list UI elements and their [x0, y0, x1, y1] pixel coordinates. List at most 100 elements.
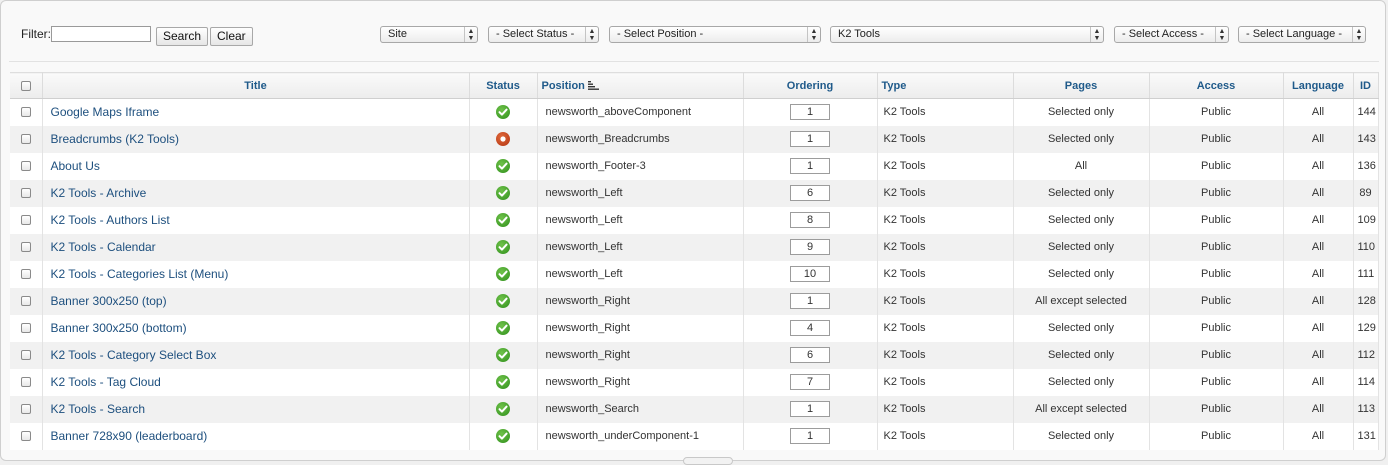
row-checkbox[interactable]	[20, 296, 31, 307]
row-select-cell	[10, 98, 43, 126]
id-cell: 112	[1353, 341, 1379, 369]
published-check-icon[interactable]	[496, 159, 510, 173]
position-cell: newsworth_underComponent-1	[537, 422, 744, 450]
access-select[interactable]: - Select Access - ▲ ▼	[1114, 26, 1229, 43]
row-checkbox[interactable]	[20, 377, 31, 388]
row-checkbox[interactable]	[20, 188, 31, 199]
status-select[interactable]: - Select Status - ▲ ▼	[488, 26, 599, 43]
ordering-input[interactable]: 1	[790, 158, 830, 174]
module-title-link[interactable]: K2 Tools - Calendar	[47, 240, 156, 254]
ordering-input[interactable]: 1	[790, 104, 830, 121]
module-title-link[interactable]: Google Maps Iframe	[47, 105, 160, 119]
language-select[interactable]: - Select Language - ▲ ▼	[1238, 26, 1366, 43]
column-header-ordering[interactable]: Ordering	[743, 72, 878, 99]
row-select-cell	[10, 125, 43, 153]
published-check-icon[interactable]	[496, 186, 510, 200]
table-row: K2 Tools - Categories List (Menu) newswor…	[10, 260, 1379, 288]
column-header-language[interactable]: Language	[1283, 72, 1354, 99]
status-cell	[469, 233, 538, 261]
ordering-input[interactable]: 10	[790, 266, 830, 282]
ordering-cell: 1	[743, 287, 878, 315]
table-row: K2 Tools - Authors List newsworth_Left 8 K2…	[10, 206, 1379, 234]
client-select[interactable]: Site ▲ ▼	[380, 26, 478, 43]
row-checkbox[interactable]	[20, 134, 31, 145]
access-cell: Public	[1149, 98, 1284, 126]
published-check-icon[interactable]	[496, 321, 510, 335]
table-row: Breadcrumbs (K2 Tools) newsworth_Breadcru…	[10, 125, 1379, 153]
row-checkbox[interactable]	[20, 431, 31, 442]
access-cell: Public	[1149, 233, 1284, 261]
pages-cell: All except selected	[1013, 395, 1150, 423]
pagination-tab[interactable]	[683, 457, 733, 465]
column-header-access[interactable]: Access	[1149, 72, 1284, 99]
published-check-icon[interactable]	[496, 348, 510, 362]
clear-button[interactable]: Clear	[210, 27, 253, 46]
published-check-icon[interactable]	[496, 240, 510, 254]
row-checkbox[interactable]	[20, 404, 31, 415]
row-checkbox[interactable]	[20, 215, 31, 226]
published-check-icon[interactable]	[496, 294, 510, 308]
ordering-cell: 1	[743, 422, 878, 450]
column-header-position[interactable]: Position	[537, 72, 744, 99]
id-cell: 131	[1353, 422, 1379, 450]
published-check-icon[interactable]	[496, 429, 510, 443]
ordering-cell: 1	[743, 152, 878, 180]
ordering-input[interactable]: 7	[790, 374, 830, 390]
ordering-input[interactable]: 8	[790, 212, 830, 228]
module-title-link[interactable]: K2 Tools - Category Select Box	[47, 348, 217, 362]
column-header-id[interactable]: ID	[1353, 72, 1379, 99]
access-cell: Public	[1149, 341, 1284, 369]
column-header-status[interactable]: Status	[469, 72, 538, 99]
unpublished-icon[interactable]	[496, 132, 510, 146]
column-header-pages[interactable]: Pages	[1013, 72, 1150, 99]
module-title-link[interactable]: K2 Tools - Tag Cloud	[47, 375, 161, 389]
published-check-icon[interactable]	[496, 105, 510, 120]
select-arrows-icon: ▲ ▼	[1215, 27, 1228, 42]
module-title-link[interactable]: Banner 300x250 (top)	[47, 294, 167, 308]
module-title-link[interactable]: K2 Tools - Authors List	[47, 213, 170, 227]
title-cell: K2 Tools - Search	[42, 395, 470, 423]
row-checkbox[interactable]	[20, 242, 31, 253]
published-check-icon[interactable]	[496, 267, 510, 281]
ordering-input[interactable]: 4	[790, 320, 830, 336]
language-cell: All	[1283, 341, 1354, 369]
module-title-link[interactable]: About Us	[47, 159, 100, 173]
language-cell: All	[1283, 368, 1354, 396]
type-cell: K2 Tools	[877, 206, 1014, 234]
search-button[interactable]: Search	[156, 27, 209, 46]
row-checkbox[interactable]	[20, 269, 31, 280]
row-select-cell	[10, 179, 43, 207]
column-header-title[interactable]: Title	[42, 72, 470, 99]
ordering-input[interactable]: 9	[790, 239, 830, 255]
row-checkbox[interactable]	[20, 350, 31, 361]
ordering-input[interactable]: 6	[790, 185, 830, 201]
module-title-link[interactable]: K2 Tools - Search	[47, 402, 146, 416]
ordering-input[interactable]: 1	[790, 428, 830, 444]
ordering-input[interactable]: 6	[790, 347, 830, 363]
select-arrows-icon: ▲ ▼	[1352, 27, 1365, 42]
position-select[interactable]: - Select Position - ▲ ▼	[609, 26, 821, 43]
ordering-input[interactable]: 1	[790, 293, 830, 309]
published-check-icon[interactable]	[496, 375, 510, 389]
published-check-icon[interactable]	[496, 402, 510, 416]
ordering-input[interactable]: 1	[790, 401, 830, 417]
row-checkbox[interactable]	[20, 161, 31, 172]
module-title-link[interactable]: Banner 300x250 (bottom)	[47, 321, 187, 335]
row-checkbox[interactable]	[20, 107, 31, 118]
row-checkbox[interactable]	[20, 323, 31, 334]
status-cell	[469, 206, 538, 234]
ordering-input[interactable]: 1	[790, 131, 830, 147]
module-title-link[interactable]: Banner 728x90 (leaderboard)	[47, 429, 208, 443]
module-title-link[interactable]: Breadcrumbs (K2 Tools)	[47, 132, 180, 146]
position-cell: newsworth_Search	[537, 395, 744, 423]
type-select[interactable]: K2 Tools ▲ ▼	[830, 26, 1104, 43]
filter-input[interactable]	[51, 26, 151, 42]
type-select-value: K2 Tools	[838, 28, 880, 40]
column-header-type[interactable]: Type	[877, 72, 1014, 99]
module-title-link[interactable]: K2 Tools - Categories List (Menu)	[47, 267, 229, 281]
language-cell: All	[1283, 260, 1354, 288]
select-all-checkbox[interactable]	[20, 80, 31, 91]
module-title-link[interactable]: K2 Tools - Archive	[47, 186, 147, 200]
status-cell	[469, 179, 538, 207]
published-check-icon[interactable]	[496, 213, 510, 227]
